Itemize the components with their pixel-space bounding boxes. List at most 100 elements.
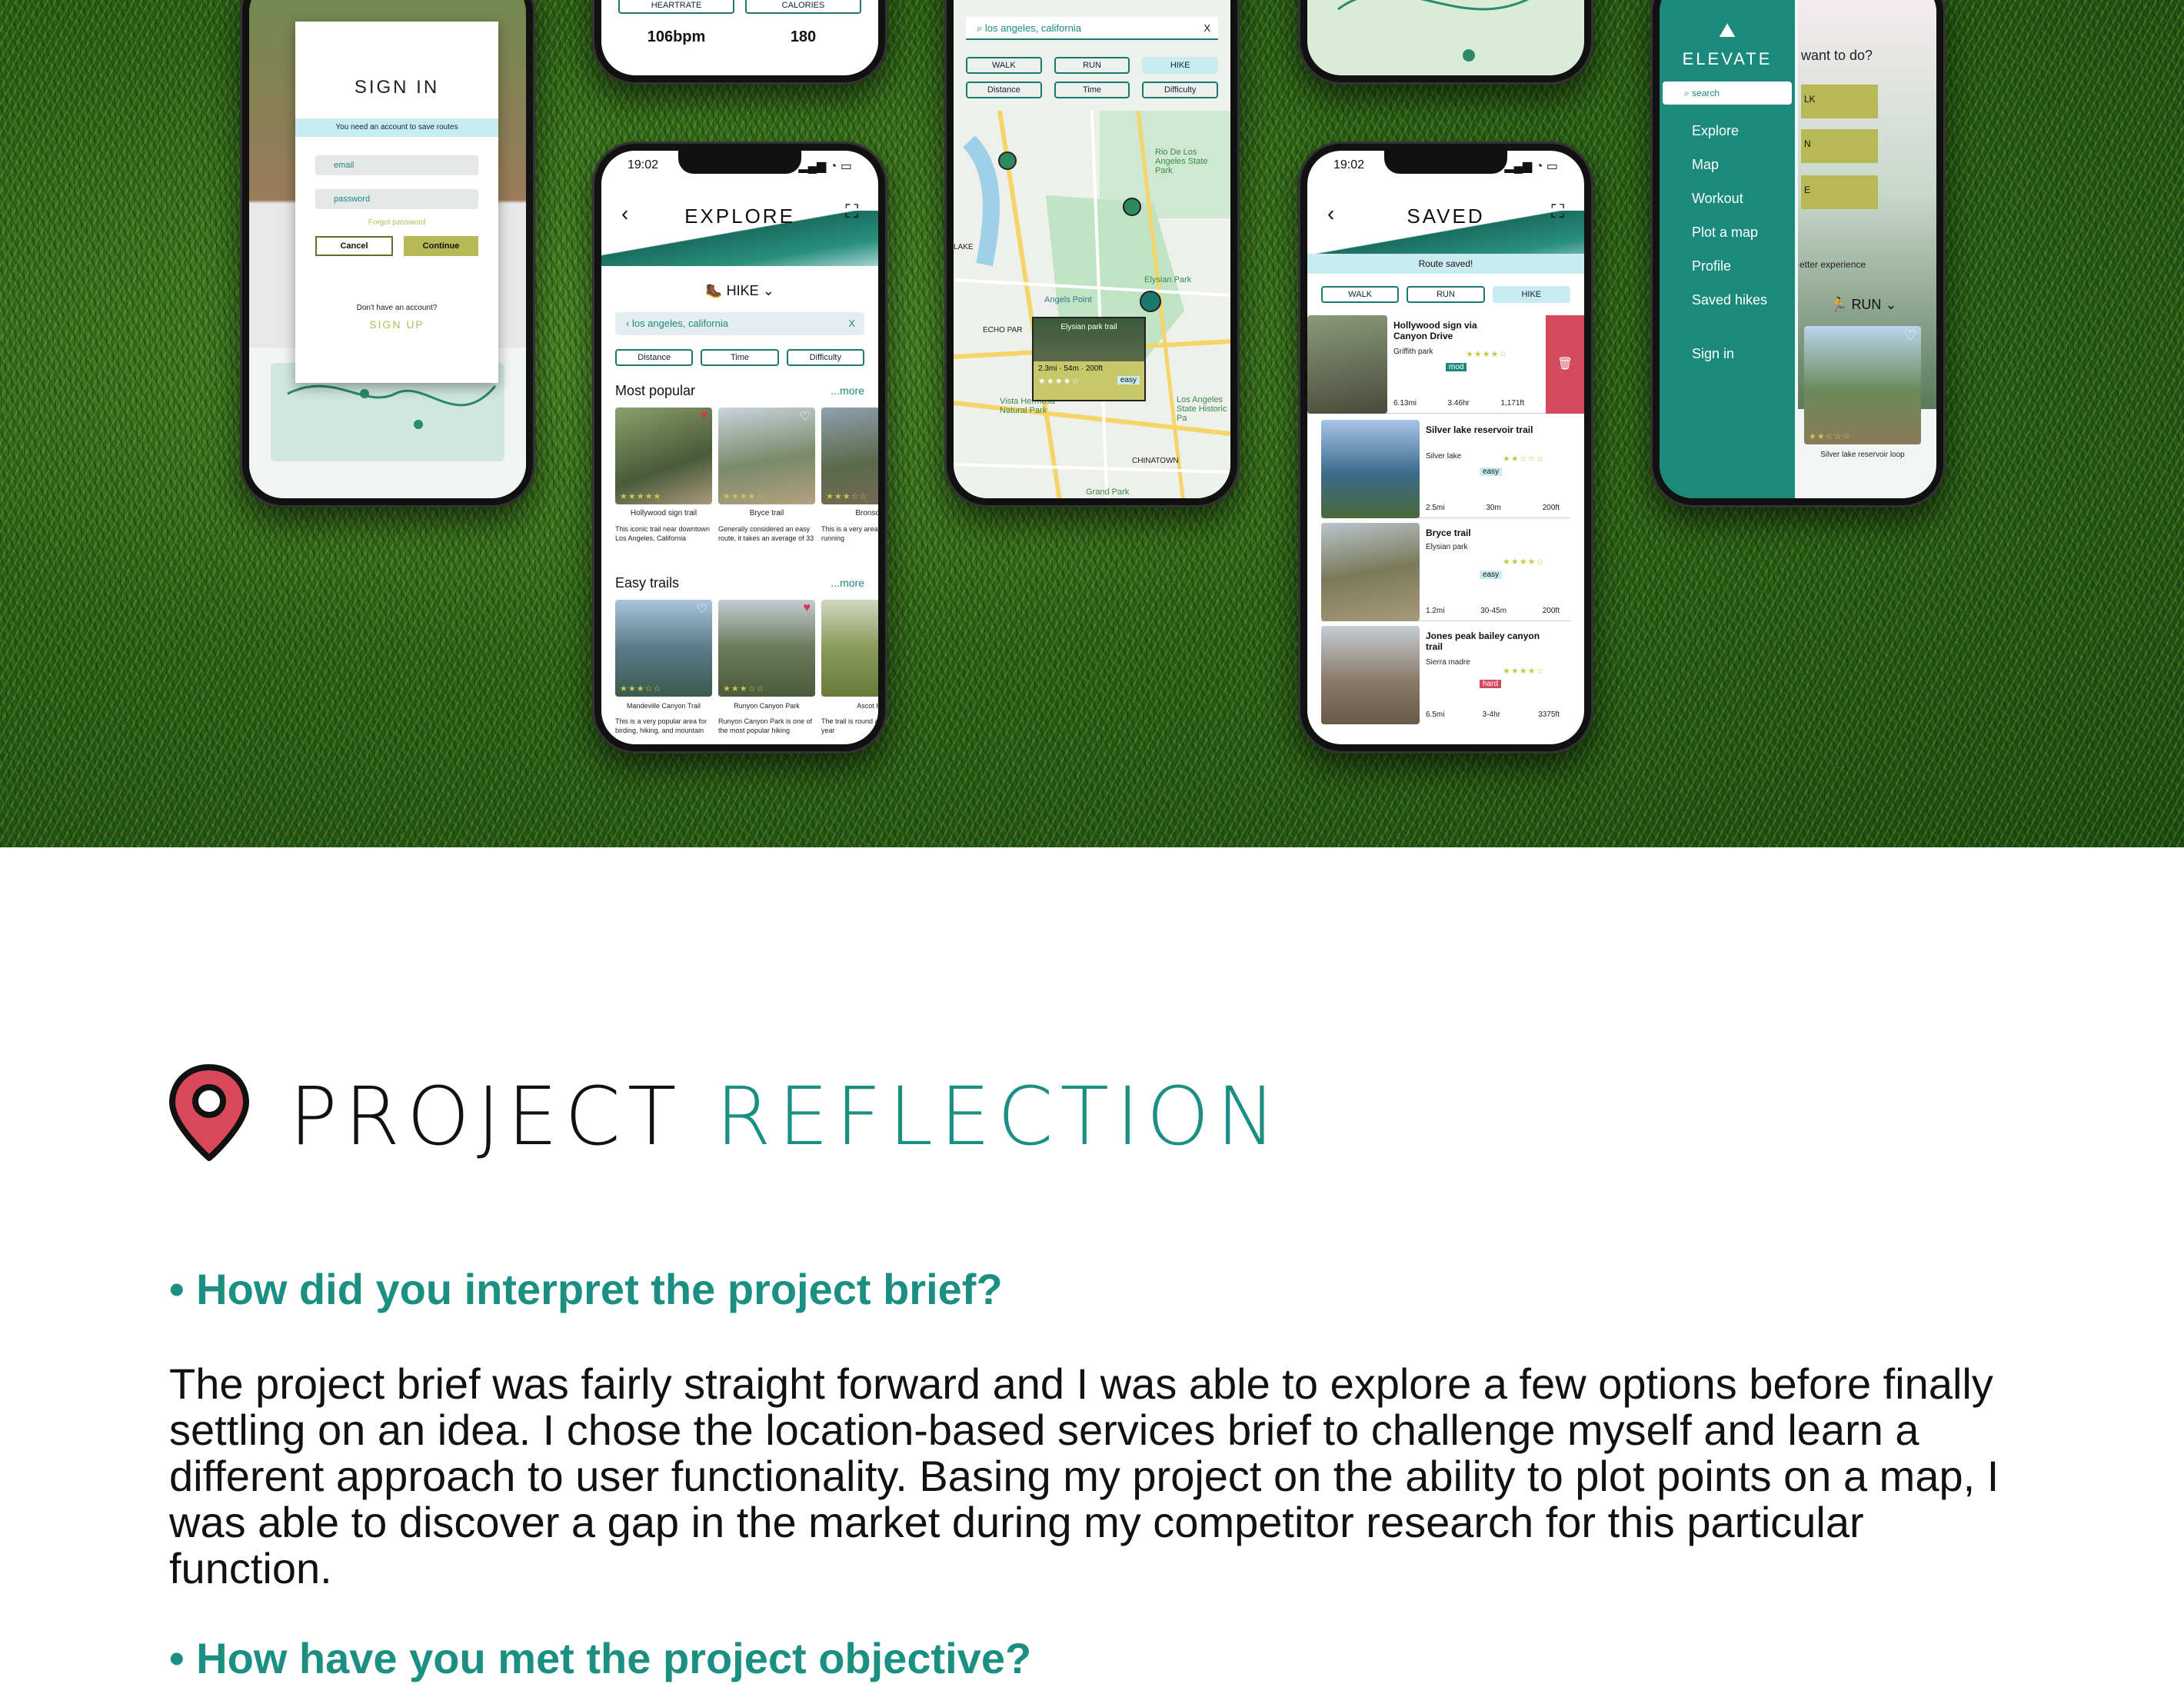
mode-run[interactable]: RUN xyxy=(1407,286,1485,303)
saved-trail-row[interactable]: Hollywood sign via Canyon Drive Griffith… xyxy=(1307,315,1584,414)
list-item[interactable]: ♥ ★★★☆☆ Runyon Canyon Park Runyon Canyon … xyxy=(718,600,815,735)
filter-time[interactable]: Time xyxy=(701,349,779,366)
list-item[interactable]: ★★★☆☆ Bronson This is a very area for hi… xyxy=(821,408,878,543)
trail-stats: 2.5mi 30m 200ft xyxy=(1426,504,1560,513)
phone-explore: 19:02 ▂▄▆ ◔ ▭ ‹ EXPLORE ⛶ 🥾 HIKE ⌄ ‹ los … xyxy=(592,141,887,754)
menu-search-input[interactable]: ⌕ search xyxy=(1663,82,1792,105)
route-map-screen xyxy=(1307,0,1584,75)
clear-map-search-button[interactable]: X xyxy=(1204,17,1210,40)
saved-trail-row[interactable]: Jones peak bailey canyon trail Sierra ma… xyxy=(1321,626,1570,724)
continue-button[interactable]: Continue xyxy=(404,236,478,256)
heart-outline-icon[interactable]: ♡ xyxy=(800,409,811,424)
title-dark: PROJECT xyxy=(289,1070,684,1163)
trail-time: 3-4hr xyxy=(1482,710,1500,719)
activity-selector[interactable]: 🥾 HIKE ⌄ xyxy=(601,283,878,299)
popup-title: Elysian park trail xyxy=(1034,318,1144,361)
filter-distance[interactable]: Distance xyxy=(615,349,694,366)
map-icon[interactable]: ⛶ xyxy=(845,201,858,223)
trail-distance: 6.13mi xyxy=(1393,399,1417,408)
menu-item-explore[interactable]: Explore xyxy=(1692,123,1739,139)
side-menu: ⛰ ELEVATE ⌕ search Explore Map Workout P… xyxy=(1660,0,1795,498)
trail-popup[interactable]: Elysian park trail 2.3mi · 54m · 200ft ★… xyxy=(1032,317,1146,401)
difficulty-badge: hard xyxy=(1480,680,1502,688)
mode-walk[interactable]: WALK xyxy=(966,57,1042,74)
trail-name: Hollywood sign via Canyon Drive xyxy=(1393,320,1477,341)
map-icon[interactable]: ⛶ xyxy=(1551,201,1564,223)
popup-elevation: 200ft xyxy=(1085,364,1103,373)
rating-stars: ★★★☆☆ xyxy=(620,684,662,694)
forgot-password-link[interactable]: Forgot password xyxy=(295,218,498,227)
map-label-chinatown: CHINATOWN xyxy=(1132,457,1179,465)
delete-button[interactable]: 🗑 xyxy=(1546,315,1584,414)
mode-walk[interactable]: WALK xyxy=(1321,286,1400,303)
map-filter-time[interactable]: Time xyxy=(1054,82,1130,98)
search-value: los angeles, california xyxy=(631,318,728,329)
map-filter-difficulty[interactable]: Difficulty xyxy=(1142,82,1219,98)
trail-area: Elysian park xyxy=(1426,543,1468,551)
trail-name: Mandeville Canyon Trail xyxy=(626,702,701,710)
trail-elevation: 3375ft xyxy=(1538,710,1560,719)
route-map-drawing xyxy=(1337,0,1529,62)
heart-outline-icon[interactable]: ♡ xyxy=(697,601,707,617)
calories-value: 180 xyxy=(790,28,817,45)
mode-hike[interactable]: HIKE xyxy=(1142,57,1219,74)
map-canvas[interactable]: Rio De Los Angeles State Park Elysian Pa… xyxy=(954,111,1230,498)
saved-trail-row[interactable]: Silver lake reservoir trail Silver lake … xyxy=(1321,420,1570,518)
mountain-logo-icon: ⛰ xyxy=(1719,18,1736,42)
trail-photo xyxy=(1307,315,1387,414)
list-item[interactable]: Ascot Hi The trail is round and it visit… xyxy=(821,600,878,735)
section-most-popular: Most popular xyxy=(615,383,696,398)
list-item[interactable]: ♡ ★★★☆☆ Mandeville Canyon Trail This is a… xyxy=(615,600,712,735)
menu-item-saved-hikes[interactable]: Saved hikes xyxy=(1692,292,1767,308)
list-item[interactable]: ♡ ★★★★☆ Bryce trail Generally considered … xyxy=(718,408,815,543)
modal-actions: Cancel Continue xyxy=(315,236,478,256)
filter-difficulty[interactable]: Difficulty xyxy=(786,349,864,366)
trail-photo: ♥ ★★★★★ xyxy=(615,408,712,504)
list-item[interactable]: ♥ ★★★★★ Hollywood sign trail This iconic … xyxy=(615,408,712,543)
search-icon: ⌕ xyxy=(1684,88,1693,98)
more-popular-link[interactable]: ...more xyxy=(831,384,864,397)
activity-selector[interactable]: 🏃 RUN ⌄ xyxy=(1830,297,1897,313)
map-filter-distance[interactable]: Distance xyxy=(966,82,1042,98)
workout-screen: HEARTRATE CALORIES 106bpm 180 xyxy=(601,0,878,75)
saved-trail-row[interactable]: Bryce trail Elysian park ★★★★☆ easy 1.2m… xyxy=(1321,523,1570,621)
option-button[interactable]: E xyxy=(1801,175,1878,209)
title-accent: REFLECTION xyxy=(715,1070,1283,1163)
cancel-button[interactable]: Cancel xyxy=(315,236,393,256)
more-easy-link[interactable]: ...more xyxy=(831,577,864,589)
menu-item-workout[interactable]: Workout xyxy=(1692,191,1743,207)
rating-stars: ★★★☆☆ xyxy=(723,684,765,694)
search-input[interactable]: ‹ los angeles, california X xyxy=(615,312,864,335)
heart-outline-icon[interactable]: ♡ xyxy=(1904,328,1916,344)
map-search-input[interactable]: ⌕ los angeles, california X xyxy=(966,17,1218,40)
trail-elevation: 200ft xyxy=(1542,504,1560,512)
option-button[interactable]: N xyxy=(1801,129,1878,163)
answer-paragraph: The project brief was fairly straight fo… xyxy=(169,1359,1999,1592)
easy-list: ♡ ★★★☆☆ Mandeville Canyon Trail This is a… xyxy=(615,600,878,735)
password-field[interactable]: password xyxy=(315,189,478,209)
heartrate-value: 106bpm xyxy=(647,28,706,45)
popup-stats: 2.3mi · 54m · 200ft ★★★★☆ easy xyxy=(1034,361,1144,400)
menu-item-profile[interactable]: Profile xyxy=(1692,258,1731,275)
menu-item-map[interactable]: Map xyxy=(1692,157,1719,173)
popup-time: 54m xyxy=(1064,364,1079,373)
sign-up-link[interactable]: SIGN UP xyxy=(295,318,498,331)
trail-photo xyxy=(1321,523,1420,621)
heart-icon[interactable]: ♥ xyxy=(804,601,811,615)
menu-item-sign-in[interactable]: Sign in xyxy=(1692,346,1734,362)
trail-stats: 6.5mi 3-4hr 3375ft xyxy=(1426,710,1560,720)
brand-name: ELEVATE xyxy=(1682,49,1773,68)
trail-photo[interactable]: ♡ ★★☆☆☆ xyxy=(1804,326,1921,444)
mode-run[interactable]: RUN xyxy=(1054,57,1130,74)
option-button[interactable]: LK xyxy=(1801,85,1878,118)
heart-icon[interactable]: ♥ xyxy=(701,409,708,423)
clear-search-button[interactable]: X xyxy=(848,312,855,335)
section-easy-trails: Easy trails xyxy=(615,575,680,591)
menu-item-plot-map[interactable]: Plot a map xyxy=(1692,225,1758,241)
status-time: 19:02 xyxy=(1333,158,1365,171)
saved-title: SAVED xyxy=(1407,205,1485,228)
trail-photo xyxy=(1321,420,1420,518)
mode-hike[interactable]: HIKE xyxy=(1492,286,1570,303)
email-field[interactable]: email xyxy=(315,155,478,175)
map-label-echo-park: ECHO PAR xyxy=(983,326,1023,334)
